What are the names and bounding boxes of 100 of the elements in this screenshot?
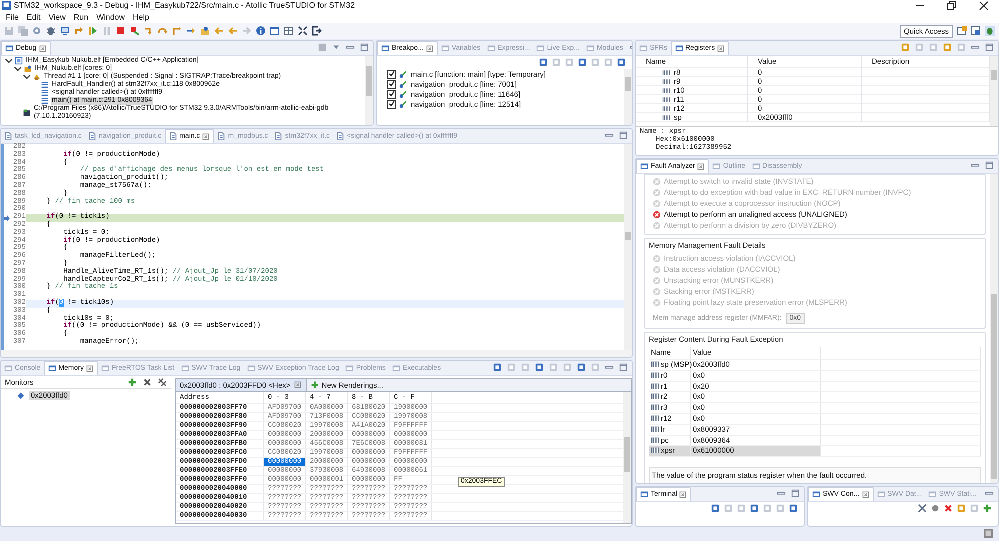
window-icon [712, 162, 722, 172]
maximize-icon[interactable] [791, 488, 800, 498]
scrollbar[interactable] [624, 144, 632, 350]
window-icon [4, 364, 13, 373]
register-icon [651, 382, 660, 391]
application-icon [15, 57, 23, 65]
window-icon [345, 364, 354, 373]
stop-icon[interactable] [116, 26, 126, 36]
scrollbar[interactable] [990, 56, 998, 126]
window-icon [586, 44, 595, 53]
close-icon[interactable] [979, 0, 989, 10]
remove-icon[interactable] [143, 378, 152, 386]
window-title: STM32_workspace_9.3 - Debug - IHM_Easykub722/Src/main.c - Atollic TrueSTUDIO for STM32 [14, 1, 356, 10]
window-icon [640, 162, 649, 172]
perspective-icon[interactable] [957, 26, 967, 36]
scrollbar[interactable] [365, 56, 373, 125]
record-icon[interactable] [931, 504, 940, 514]
maximize-icon[interactable] [985, 160, 994, 170]
scrollbar[interactable] [624, 69, 632, 125]
remove-all-icon[interactable] [158, 378, 167, 386]
scrollbar[interactable] [1, 350, 632, 357]
step-over-icon[interactable] [158, 26, 168, 36]
menu-item[interactable]: Run [70, 12, 93, 22]
add-icon[interactable] [128, 378, 137, 386]
status-icon[interactable] [984, 529, 993, 538]
menu-item[interactable]: Window [92, 12, 130, 22]
file-icon [217, 132, 226, 141]
file-icon [274, 132, 284, 141]
tools-icon[interactable] [918, 504, 927, 514]
back-icon[interactable] [228, 26, 238, 36]
window-icon [752, 162, 761, 172]
file-icon [168, 132, 178, 141]
chevron-icon[interactable] [14, 65, 22, 73]
window-icon [536, 44, 546, 53]
menu-item[interactable]: Help [129, 12, 154, 22]
info-icon[interactable] [256, 26, 266, 36]
step-into-icon[interactable] [144, 26, 154, 36]
checkbox[interactable] [387, 70, 396, 78]
checkbox[interactable] [387, 90, 396, 98]
window-icon [392, 364, 401, 373]
menu-item[interactable]: View [44, 12, 70, 22]
window-icon [640, 490, 649, 500]
gear-icon[interactable] [32, 26, 42, 36]
disconnect-icon[interactable] [130, 26, 140, 36]
register-icon [651, 414, 660, 423]
maximize-icon[interactable] [360, 42, 369, 52]
file-icon [88, 132, 97, 141]
restore-icon[interactable] [947, 0, 957, 10]
delete-icon[interactable] [944, 504, 953, 514]
exit-icon[interactable] [312, 26, 322, 36]
window-icon [48, 364, 57, 373]
folder-icon[interactable] [200, 26, 210, 36]
maximize-icon[interactable] [619, 130, 628, 140]
register-icon [651, 426, 660, 434]
expand-icon[interactable] [298, 26, 308, 36]
add-icon [310, 381, 319, 389]
window-icon [674, 44, 684, 53]
maximize-icon[interactable] [619, 362, 628, 372]
window-icon [440, 44, 450, 53]
window-icon [5, 44, 14, 53]
bug-icon[interactable] [985, 26, 995, 36]
instruction-step-icon[interactable] [186, 26, 196, 36]
window-icon [812, 490, 821, 500]
register-icon [651, 372, 660, 380]
menu-item[interactable]: Edit [22, 12, 45, 22]
resume-icon[interactable] [88, 26, 98, 36]
step-return-icon[interactable] [172, 26, 182, 36]
chevron-icon[interactable] [23, 73, 31, 81]
breakpoint-icon [399, 70, 408, 78]
register-icon [651, 436, 660, 445]
layout-icon[interactable] [284, 26, 294, 36]
terminal-icon [23, 108, 31, 117]
chevron-icon[interactable] [5, 57, 13, 65]
scrollbar[interactable] [990, 174, 998, 484]
file-icon [4, 132, 13, 141]
back-icon[interactable] [214, 26, 224, 36]
window-icon [180, 364, 190, 373]
step-icon[interactable] [74, 26, 84, 36]
checkbox[interactable] [387, 80, 396, 88]
perspective-icon[interactable] [971, 26, 981, 36]
window-icon [876, 490, 886, 500]
breakpoint-icon [399, 90, 408, 98]
maximize-icon[interactable] [985, 42, 994, 52]
bug-icon[interactable] [46, 26, 56, 36]
disks-icon[interactable] [18, 26, 28, 36]
register-icon [651, 393, 660, 402]
monitor-icon[interactable] [60, 26, 70, 36]
register-icon [651, 447, 660, 456]
checkbox[interactable] [387, 100, 396, 108]
window-icon [381, 44, 390, 53]
breakpoint-icon [399, 100, 408, 108]
register-icon [651, 360, 660, 369]
window-icon [486, 44, 496, 53]
window-icon [100, 364, 110, 373]
monitor-icon [17, 392, 25, 400]
scrollbar[interactable] [623, 392, 631, 523]
menu-item[interactable]: File [2, 12, 23, 22]
menu-icon[interactable] [332, 42, 341, 52]
add-icon[interactable] [983, 504, 992, 514]
window-icon[interactable] [270, 26, 280, 36]
